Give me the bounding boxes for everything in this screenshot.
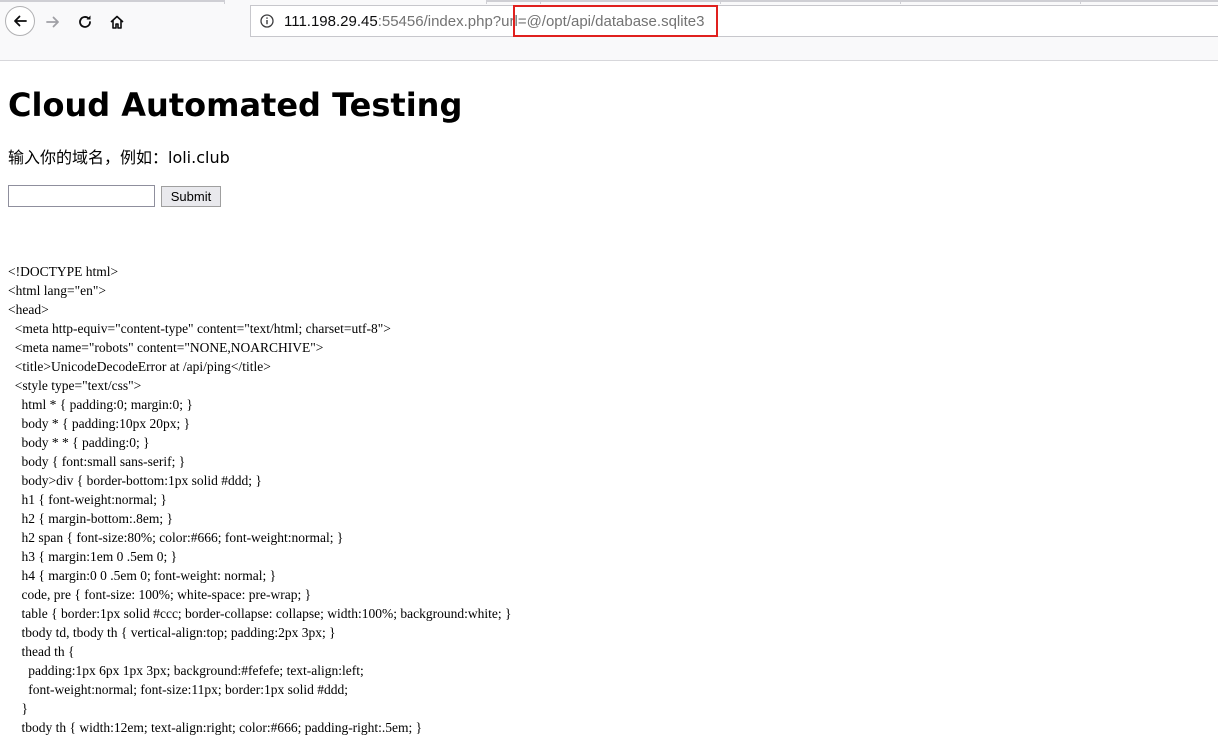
address-bar[interactable]: 111.198.29.45:55456/index.php?url=@/opt/… bbox=[250, 5, 1218, 37]
response-source-code: <!DOCTYPE html> <html lang="en"> <head> … bbox=[8, 262, 511, 737]
domain-input[interactable] bbox=[8, 185, 155, 207]
code-line: h1 { font-weight:normal; } bbox=[21, 492, 167, 507]
info-icon[interactable] bbox=[259, 13, 275, 29]
back-button[interactable] bbox=[5, 6, 35, 36]
url-host: 111.198.29.45 bbox=[284, 12, 378, 30]
code-line: padding:1px 6px 1px 3px; background:#fef… bbox=[28, 663, 364, 678]
tab-strip-edge bbox=[0, 0, 1218, 4]
reload-button[interactable] bbox=[70, 7, 100, 37]
reload-icon bbox=[79, 15, 91, 28]
domain-prompt-label: 输入你的域名，例如：loli.club bbox=[8, 148, 230, 167]
code-line: tbody td, tbody th { vertical-align:top;… bbox=[21, 625, 336, 640]
tab-separator bbox=[1080, 0, 1081, 4]
code-line: <meta http-equiv="content-type" content=… bbox=[14, 321, 391, 336]
code-line: <!DOCTYPE html> bbox=[8, 264, 119, 279]
tab-separator bbox=[900, 0, 901, 4]
tab-edge bbox=[486, 0, 1218, 2]
code-line: h2 { margin-bottom:.8em; } bbox=[21, 511, 173, 526]
code-line: body>div { border-bottom:1px solid #ddd;… bbox=[21, 473, 262, 488]
annotation-highlight-box bbox=[513, 5, 718, 37]
forward-arrow-icon bbox=[46, 16, 59, 28]
code-line: <title>UnicodeDecodeError at /api/ping</… bbox=[14, 359, 271, 374]
code-line: thead th { bbox=[21, 644, 75, 659]
code-line: tbody th { width:12em; text-align:right;… bbox=[21, 720, 423, 735]
submit-button[interactable]: Submit bbox=[161, 186, 221, 207]
code-line: <meta name="robots" content="NONE,NOARCH… bbox=[14, 340, 324, 355]
code-line: body { font:small sans-serif; } bbox=[21, 454, 186, 469]
home-button[interactable] bbox=[102, 7, 132, 37]
code-line: body * { padding:10px 20px; } bbox=[21, 416, 191, 431]
code-line: h2 span { font-size:80%; color:#666; fon… bbox=[21, 530, 344, 545]
tab-separator bbox=[224, 0, 225, 4]
code-line: table { border:1px solid #ccc; border-co… bbox=[21, 606, 512, 621]
tab-separator bbox=[540, 0, 541, 4]
back-arrow-icon bbox=[14, 15, 27, 27]
tab-edge bbox=[0, 0, 224, 2]
code-line: body * * { padding:0; } bbox=[21, 435, 150, 450]
code-line: h4 { margin:0 0 .5em 0; font-weight: nor… bbox=[21, 568, 277, 583]
code-line: h3 { margin:1em 0 .5em 0; } bbox=[21, 549, 178, 564]
home-icon bbox=[110, 15, 124, 29]
code-line: } bbox=[21, 701, 28, 716]
code-line: code, pre { font-size: 100%; white-space… bbox=[21, 587, 312, 602]
tab-separator bbox=[720, 0, 721, 4]
code-line: <head> bbox=[8, 302, 49, 317]
code-line: html * { padding:0; margin:0; } bbox=[21, 397, 193, 412]
page-title: Cloud Automated Testing bbox=[8, 86, 463, 124]
code-line: <html lang="en"> bbox=[8, 283, 106, 298]
tab-separator bbox=[486, 0, 487, 4]
code-line: font-weight:normal; font-size:11px; bord… bbox=[28, 682, 348, 697]
forward-button[interactable] bbox=[38, 7, 68, 37]
code-line: <style type="text/css"> bbox=[14, 378, 142, 393]
